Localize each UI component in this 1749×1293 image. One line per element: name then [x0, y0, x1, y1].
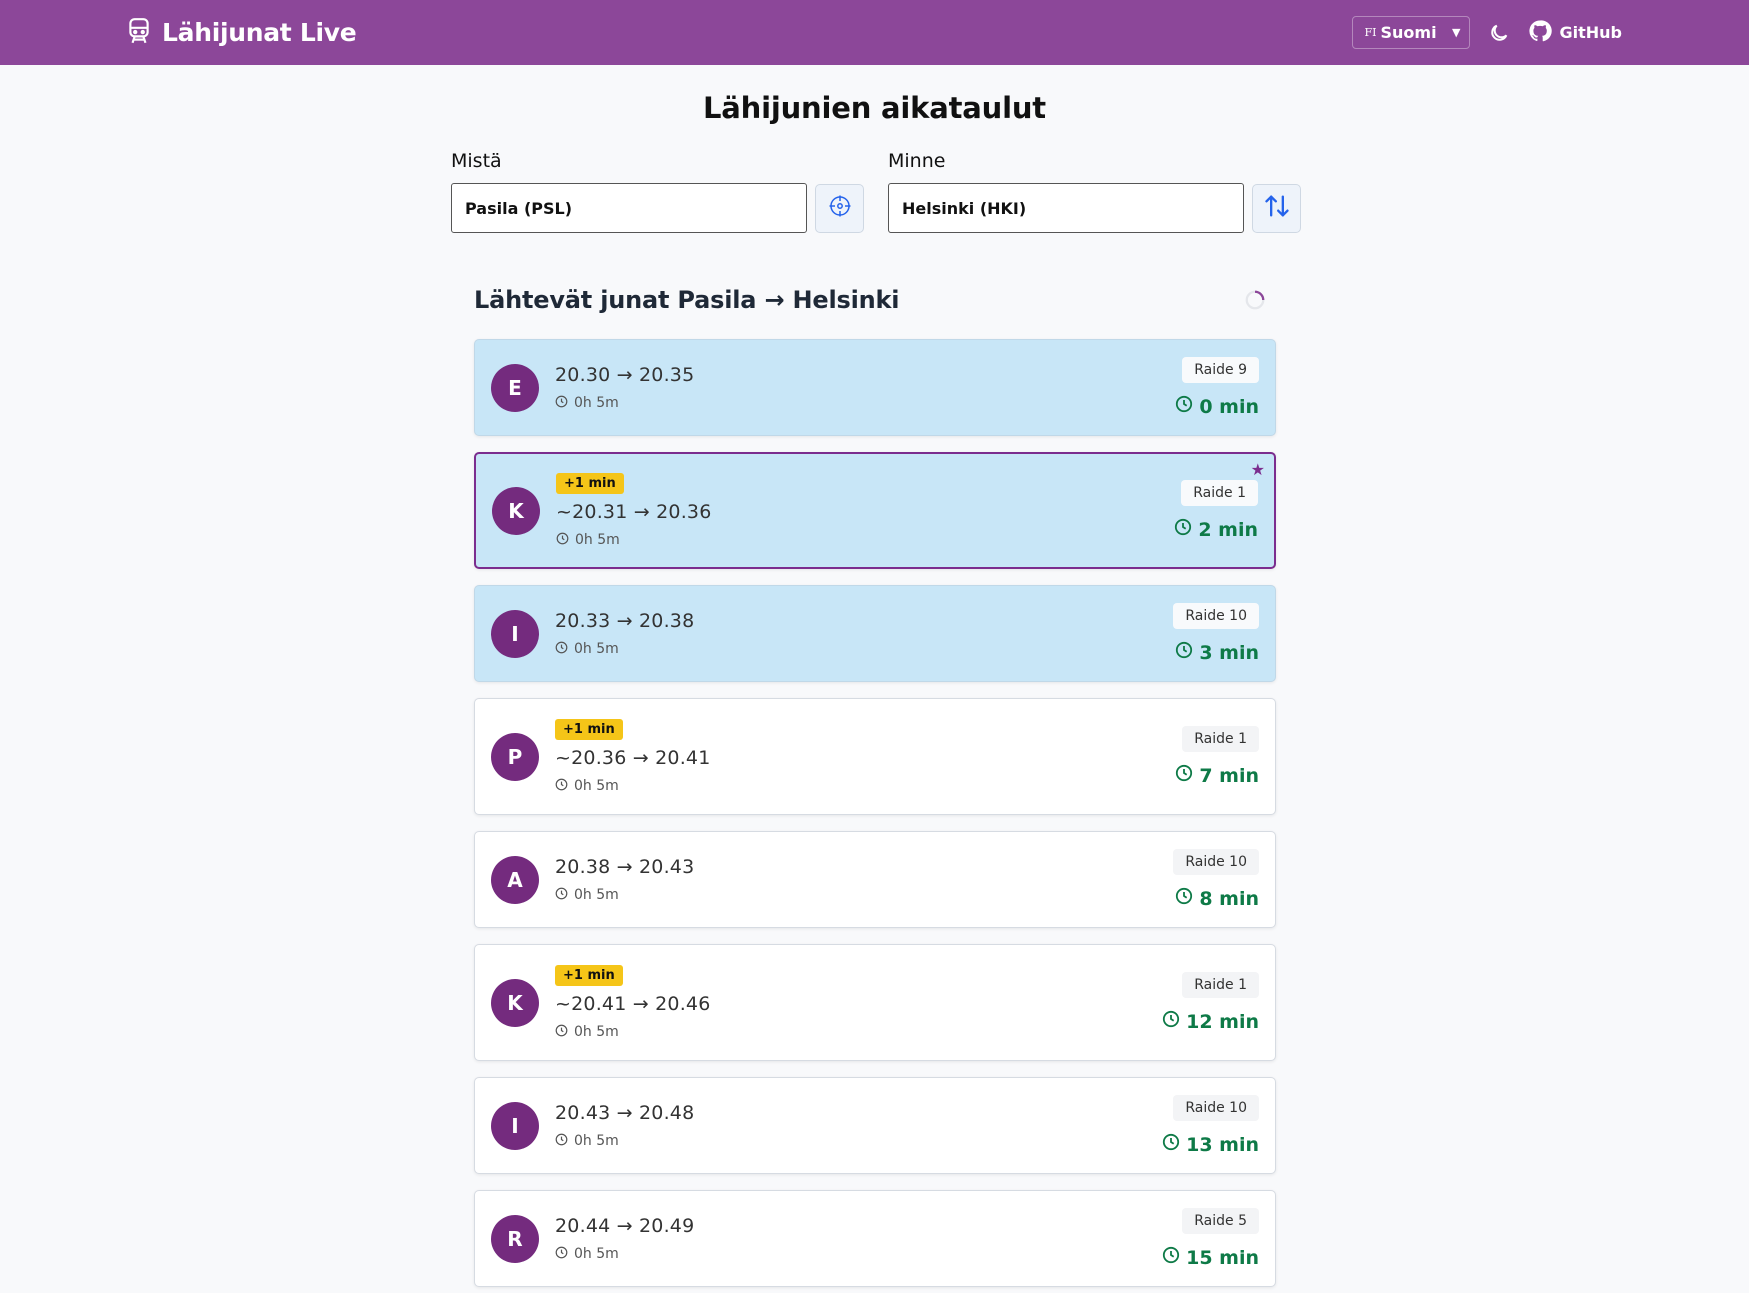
from-input[interactable] — [451, 183, 807, 233]
line-badge: R — [491, 1214, 539, 1263]
chevron-down-icon: ▼ — [1452, 26, 1461, 39]
delay-badge: +1 min — [556, 472, 624, 494]
clock-icon — [555, 887, 568, 904]
to-field: Minne — [888, 150, 1301, 233]
departure-times: 20.43 → 20.48 — [555, 1101, 695, 1124]
route-form: Mistä Minne — [451, 150, 1301, 233]
departures-title: Lähtevät junat Pasila → Helsinki — [474, 286, 900, 314]
clock-icon — [1174, 518, 1192, 541]
departure-card[interactable]: ★ K +1 min ~20.31 → 20.36 0h 5m Raide 1 … — [474, 452, 1276, 569]
travel-duration: 0h 5m — [574, 1133, 619, 1149]
clock-icon — [1162, 1246, 1180, 1269]
line-badge: P — [491, 732, 539, 781]
language-select[interactable]: FI Suomi ▼ — [1351, 16, 1470, 49]
departure-times: ~20.36 → 20.41 — [555, 746, 711, 769]
train-icon — [126, 17, 152, 49]
from-field: Mistä — [451, 150, 864, 233]
time-until-departure: 3 min — [1199, 641, 1259, 664]
travel-duration: 0h 5m — [574, 1024, 619, 1040]
travel-duration: 0h 5m — [574, 778, 619, 794]
loading-spinner-icon — [1244, 289, 1266, 311]
clock-icon — [555, 1133, 568, 1150]
line-badge: K — [492, 486, 540, 535]
star-icon[interactable]: ★ — [1251, 462, 1265, 478]
departure-card[interactable]: I 20.43 → 20.48 0h 5m Raide 10 13 min — [474, 1077, 1276, 1174]
clock-icon — [555, 778, 568, 795]
departure-card[interactable]: E 20.30 → 20.35 0h 5m Raide 9 0 min — [474, 339, 1276, 436]
track-badge: Raide 1 — [1182, 972, 1259, 998]
departure-times: 20.33 → 20.38 — [555, 609, 695, 632]
swap-stations-button[interactable] — [1252, 183, 1301, 233]
clock-icon — [1175, 764, 1193, 787]
travel-duration: 0h 5m — [575, 532, 620, 548]
time-until-departure: 2 min — [1198, 518, 1258, 541]
departure-times: 20.44 → 20.49 — [555, 1214, 695, 1237]
time-until-departure: 13 min — [1186, 1133, 1259, 1156]
delay-badge: +1 min — [555, 718, 623, 740]
brand[interactable]: Lähijunat Live — [126, 17, 357, 49]
departure-times: 20.30 → 20.35 — [555, 363, 695, 386]
travel-duration: 0h 5m — [574, 641, 619, 657]
clock-icon — [555, 1246, 568, 1263]
moon-icon[interactable] — [1488, 22, 1510, 44]
departure-times: ~20.41 → 20.46 — [555, 992, 711, 1015]
time-until-departure: 8 min — [1199, 887, 1259, 910]
track-badge: Raide 5 — [1182, 1208, 1259, 1234]
travel-duration: 0h 5m — [574, 395, 619, 411]
departure-card[interactable]: K +1 min ~20.41 → 20.46 0h 5m Raide 1 12… — [474, 944, 1276, 1061]
line-badge: E — [491, 363, 539, 412]
departure-card[interactable]: I 20.33 → 20.38 0h 5m Raide 10 3 min — [474, 585, 1276, 682]
time-until-departure: 12 min — [1186, 1010, 1259, 1033]
departure-times: 20.38 → 20.43 — [555, 855, 695, 878]
clock-icon — [556, 532, 569, 549]
departure-times: ~20.31 → 20.36 — [556, 500, 712, 523]
clock-icon — [1162, 1010, 1180, 1033]
departure-card[interactable]: R 20.44 → 20.49 0h 5m Raide 5 15 min — [474, 1190, 1276, 1287]
github-icon — [1528, 19, 1552, 47]
github-label: GitHub — [1559, 23, 1623, 42]
language-name: Suomi — [1380, 23, 1437, 42]
clock-icon — [555, 641, 568, 658]
clock-icon — [1162, 1133, 1180, 1156]
time-until-departure: 7 min — [1199, 764, 1259, 787]
departure-card[interactable]: A 20.38 → 20.43 0h 5m Raide 10 8 min — [474, 831, 1276, 928]
swap-arrows-icon — [1263, 192, 1291, 224]
departures-list: E 20.30 → 20.35 0h 5m Raide 9 0 min ★ K … — [474, 339, 1276, 1287]
departures-section: Lähtevät junat Pasila → Helsinki E 20.30… — [474, 282, 1276, 1287]
clock-icon — [1175, 395, 1193, 418]
top-nav-bar: Lähijunat Live FI Suomi ▼ GitHub — [0, 0, 1749, 65]
crosshair-icon — [828, 194, 852, 222]
app-title: Lähijunat Live — [162, 18, 357, 47]
to-input[interactable] — [888, 183, 1244, 233]
delay-badge: +1 min — [555, 964, 623, 986]
travel-duration: 0h 5m — [574, 887, 619, 903]
clock-icon — [1175, 641, 1193, 664]
track-badge: Raide 9 — [1182, 357, 1259, 383]
track-badge: Raide 1 — [1182, 726, 1259, 752]
time-until-departure: 0 min — [1199, 395, 1259, 418]
clock-icon — [1175, 887, 1193, 910]
travel-duration: 0h 5m — [574, 1246, 619, 1262]
page-title: Lähijunien aikataulut — [703, 91, 1046, 125]
to-label: Minne — [888, 150, 946, 172]
locate-button[interactable] — [815, 183, 864, 233]
time-until-departure: 15 min — [1186, 1246, 1259, 1269]
clock-icon — [555, 395, 568, 412]
language-code: FI — [1364, 26, 1377, 39]
line-badge: I — [491, 1101, 539, 1150]
track-badge: Raide 1 — [1181, 480, 1258, 506]
line-badge: I — [491, 609, 539, 658]
clock-icon — [555, 1024, 568, 1041]
line-badge: K — [491, 978, 539, 1027]
line-badge: A — [491, 855, 539, 904]
departure-card[interactable]: P +1 min ~20.36 → 20.41 0h 5m Raide 1 7 … — [474, 698, 1276, 815]
track-badge: Raide 10 — [1173, 1095, 1259, 1121]
track-badge: Raide 10 — [1173, 603, 1259, 629]
track-badge: Raide 10 — [1173, 849, 1259, 875]
github-link[interactable]: GitHub — [1528, 19, 1623, 47]
from-label: Mistä — [451, 150, 502, 172]
